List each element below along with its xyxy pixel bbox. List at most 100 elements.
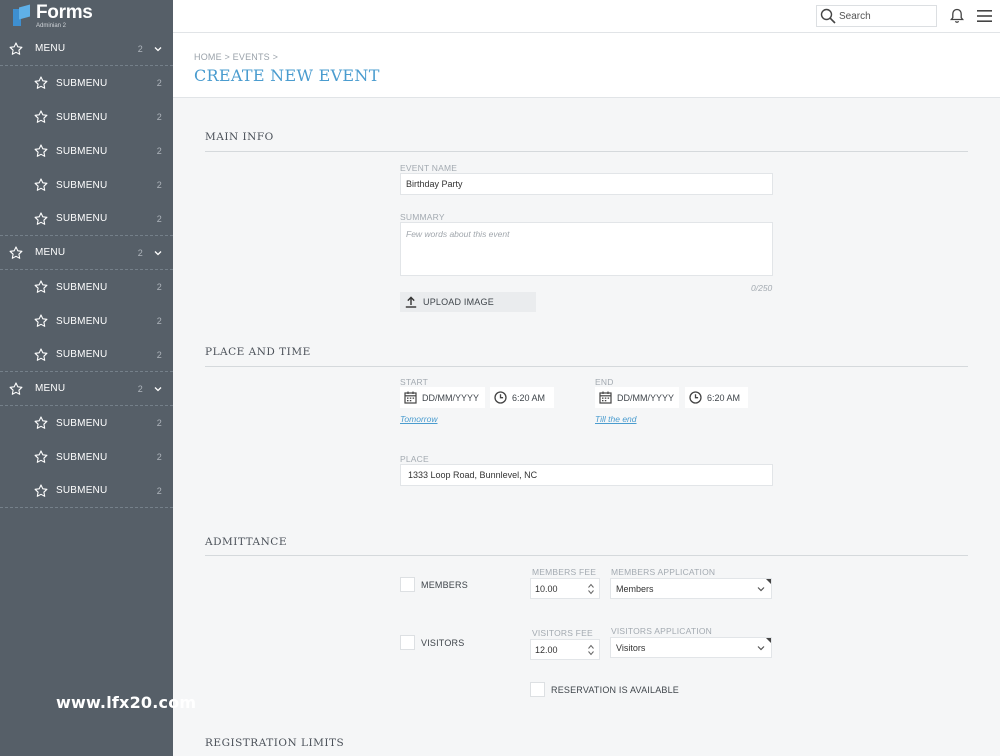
submenu-count-badge: 2 [156, 78, 162, 88]
chevron-down-icon[interactable] [153, 384, 163, 394]
visitors-application-value: Visitors [616, 642, 646, 653]
clock-icon [689, 391, 702, 404]
upload-image-label: UPLOAD IMAGE [423, 297, 494, 307]
star-icon [9, 41, 23, 56]
bell-icon[interactable] [950, 8, 964, 24]
visitors-checkbox[interactable] [400, 635, 415, 650]
sidebar-submenu-item[interactable]: SUBMENU 2 [0, 134, 173, 168]
end-label: END [595, 377, 614, 387]
chevron-down-icon [757, 587, 765, 592]
summary-textarea[interactable] [400, 222, 773, 276]
submenu-label: SUBMENU [56, 77, 108, 89]
star-icon [34, 483, 48, 498]
section-title-admittance: ADMITTANCE [205, 536, 287, 548]
star-icon [34, 314, 48, 328]
start-date-picker[interactable]: DD/MM/YYYY [400, 387, 485, 408]
divider [205, 366, 968, 367]
chevron-down-icon[interactable] [153, 248, 163, 258]
logo-title: Forms [36, 2, 93, 23]
menu-label: MENU [35, 247, 66, 258]
submenu-count-badge: 2 [156, 452, 162, 462]
chevron-down-icon[interactable] [153, 44, 163, 54]
sidebar-submenu-item[interactable]: SUBMENU 2 [0, 202, 173, 236]
search-box[interactable] [816, 5, 937, 27]
end-time-value: 6:20 AM [707, 392, 741, 403]
search-input[interactable] [839, 10, 929, 22]
top-bar [173, 0, 1000, 33]
sidebar-menu-item[interactable]: MENU 2 [0, 32, 173, 66]
sidebar: Forms Adminian 2 MENU 2 SUBMENU 2 SUBMENU 2 SU… [0, 0, 173, 756]
calendar-icon [404, 391, 417, 404]
sidebar-submenu-item[interactable]: SUBMENU 2 [0, 474, 173, 508]
star-icon [9, 381, 23, 396]
breadcrumb[interactable]: HOME > EVENTS > [194, 52, 278, 62]
visitors-fee-value: 12.00 [535, 644, 558, 655]
end-date-value: DD/MM/YYYY [617, 392, 675, 403]
submenu-count-badge: 2 [156, 180, 162, 190]
end-time-picker[interactable]: 6:20 AM [685, 387, 748, 408]
visitors-application-select[interactable]: Visitors [610, 637, 772, 658]
visitors-application-label: VISITORS APPLICATION [611, 626, 712, 636]
sidebar-submenu-item[interactable]: SUBMENU 2 [0, 304, 173, 338]
submenu-count-badge: 2 [156, 282, 162, 292]
sidebar-menu-item[interactable]: MENU 2 [0, 236, 173, 270]
members-fee-stepper[interactable]: 10.00 [530, 578, 600, 599]
star-icon [34, 347, 48, 362]
stepper-arrows-icon[interactable] [588, 644, 594, 656]
place-label: PLACE [400, 454, 429, 464]
place-input[interactable] [400, 464, 773, 486]
divider [205, 555, 968, 556]
app-logo[interactable]: Forms Adminian 2 [0, 0, 173, 32]
section-title-registration-limits: REGISTRATION LIMITS [205, 737, 345, 749]
start-label: START [400, 377, 429, 387]
section-title-main-info: MAIN INFO [205, 131, 274, 143]
end-till-the-end-link[interactable]: Till the end [595, 414, 637, 424]
start-time-picker[interactable]: 6:20 AM [490, 387, 554, 408]
sidebar-menu-item[interactable]: MENU 2 [0, 372, 173, 406]
upload-icon [405, 296, 417, 308]
sidebar-submenu-item[interactable]: SUBMENU 2 [0, 168, 173, 202]
event-name-input[interactable] [400, 173, 773, 195]
logo-subtitle: Adminian 2 [36, 23, 67, 29]
sidebar-submenu-item[interactable]: SUBMENU 2 [0, 406, 173, 440]
star-icon [34, 178, 48, 192]
event-name-label: EVENT NAME [400, 163, 458, 173]
select-corner-marker [766, 579, 771, 584]
section-title-place-time: PLACE AND TIME [205, 346, 311, 358]
upload-image-button[interactable]: UPLOAD IMAGE [400, 292, 536, 312]
submenu-label: SUBMENU [56, 213, 108, 224]
start-time-value: 6:20 AM [512, 392, 546, 403]
page-header: HOME > EVENTS > CREATE NEW EVENT [173, 33, 1000, 98]
submenu-count-badge: 2 [156, 485, 162, 496]
sidebar-submenu-item[interactable]: SUBMENU 2 [0, 338, 173, 372]
submenu-label: SUBMENU [56, 179, 108, 191]
members-application-value: Members [616, 583, 654, 594]
star-icon [34, 416, 48, 430]
start-tomorrow-link[interactable]: Tomorrow [400, 414, 437, 424]
chevron-down-icon [757, 646, 765, 651]
members-application-select[interactable]: Members [610, 578, 772, 599]
summary-char-counter: 0/250 [751, 283, 773, 293]
members-fee-label: MEMBERS FEE [532, 567, 597, 577]
sidebar-submenu-item[interactable]: SUBMENU 2 [0, 270, 173, 304]
submenu-count-badge: 2 [156, 316, 162, 326]
star-icon [34, 110, 48, 124]
members-label: MEMBERS [421, 580, 468, 590]
start-date-value: DD/MM/YYYY [422, 392, 480, 403]
reservation-checkbox[interactable] [530, 682, 545, 697]
menu-count-badge: 2 [137, 383, 143, 394]
end-date-picker[interactable]: DD/MM/YYYY [595, 387, 679, 408]
star-icon [34, 450, 48, 464]
sidebar-submenu-item[interactable]: SUBMENU 2 [0, 440, 173, 474]
calendar-icon [599, 391, 612, 404]
visitors-fee-stepper[interactable]: 12.00 [530, 639, 600, 660]
submenu-count-badge: 2 [156, 112, 162, 122]
submenu-label: SUBMENU [56, 281, 108, 293]
sidebar-submenu-item[interactable]: SUBMENU 2 [0, 100, 173, 134]
submenu-label: SUBMENU [56, 111, 108, 123]
sidebar-submenu-item[interactable]: SUBMENU 2 [0, 66, 173, 100]
visitors-label: VISITORS [421, 638, 465, 648]
stepper-arrows-icon[interactable] [588, 583, 594, 595]
members-checkbox[interactable] [400, 577, 415, 592]
hamburger-menu-icon[interactable] [977, 10, 992, 22]
